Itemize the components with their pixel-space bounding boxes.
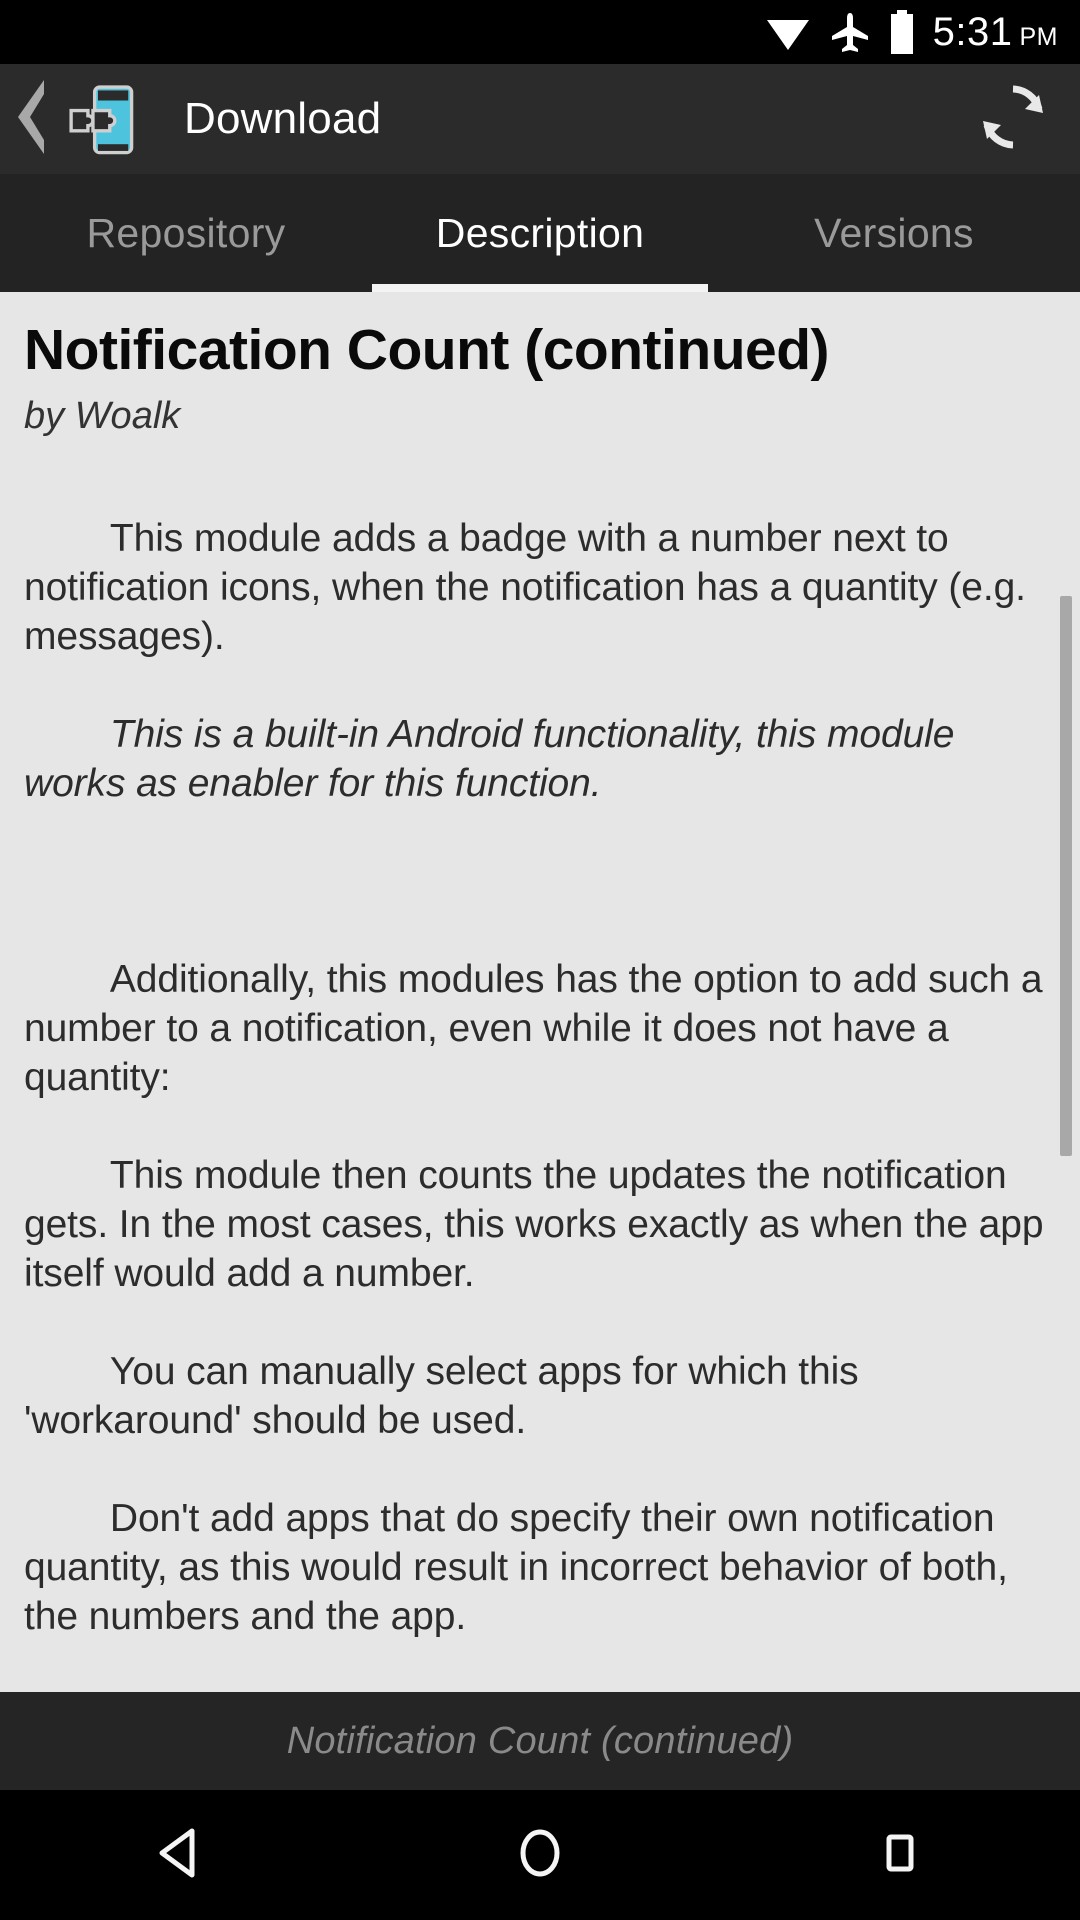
status-bar-clock: 5:31 PM	[933, 12, 1058, 52]
nav-back-button[interactable]	[0, 1790, 360, 1920]
tab-label: Repository	[86, 209, 286, 256]
back-caret-icon	[10, 76, 54, 163]
clock-ampm: PM	[1019, 23, 1058, 51]
up-navigation-button[interactable]	[0, 64, 148, 174]
airplane-mode-icon	[829, 11, 871, 53]
tab-repository[interactable]: Repository	[0, 174, 372, 292]
page-title: Download	[184, 94, 382, 143]
refresh-button[interactable]	[968, 74, 1058, 164]
module-title: Notification Count (continued)	[24, 318, 830, 382]
action-bar: Download	[0, 64, 1080, 224]
battery-icon	[889, 10, 915, 54]
refresh-icon	[975, 79, 1051, 160]
tab-description[interactable]: Description	[372, 174, 708, 292]
desc-paragraph: This module adds a badge with a number n…	[24, 517, 1037, 659]
desc-paragraph: Don't add apps that do specify their own…	[24, 1497, 1019, 1639]
tab-label: Versions	[814, 209, 974, 256]
tab-active-indicator	[372, 284, 708, 292]
module-author: by Woalk	[24, 394, 181, 437]
tab-label: Description	[435, 209, 645, 256]
nav-home-button[interactable]	[360, 1790, 720, 1920]
footer-module-name: Notification Count (continued)	[286, 1719, 794, 1762]
description-content: Notification Count (continued) by Woalk …	[0, 292, 1080, 1692]
status-icon-group	[765, 10, 915, 54]
nav-recents-button[interactable]	[720, 1790, 1080, 1920]
tab-versions[interactable]: Versions	[708, 174, 1080, 292]
nav-recents-square-icon	[872, 1825, 928, 1886]
desc-paragraph: You can manually select apps for which t…	[24, 1350, 870, 1443]
xposed-module-icon	[56, 77, 140, 161]
tab-bar: Repository Description Versions	[0, 174, 1080, 292]
scrollbar-thumb[interactable]	[1060, 596, 1072, 1156]
description-scroll-view[interactable]: Notification Count (continued) by Woalk …	[0, 292, 1080, 1692]
desc-paragraph: Additionally, this modules has the optio…	[24, 958, 1054, 1100]
module-description: This module adds a badge with a number n…	[24, 465, 1054, 1692]
clock-time: 5:31	[932, 10, 1013, 54]
desc-paragraph: This module then counts the updates the …	[24, 1154, 1055, 1296]
desc-paragraph-italic: This is a built-in Android functionality…	[24, 713, 966, 806]
nav-home-circle-icon	[512, 1825, 568, 1886]
tab-strip: Repository Description Versions	[0, 174, 1080, 292]
android-screen: 5:31 PM Download Repository Description …	[0, 0, 1080, 1920]
status-bar: 5:31 PM	[0, 0, 1080, 64]
footer-bar: Notification Count (continued)	[0, 1692, 1080, 1790]
system-navigation-bar	[0, 1790, 1080, 1920]
nav-back-triangle-icon	[152, 1825, 208, 1886]
scrollbar-track[interactable]	[1060, 296, 1076, 1688]
wifi-icon	[765, 12, 811, 52]
